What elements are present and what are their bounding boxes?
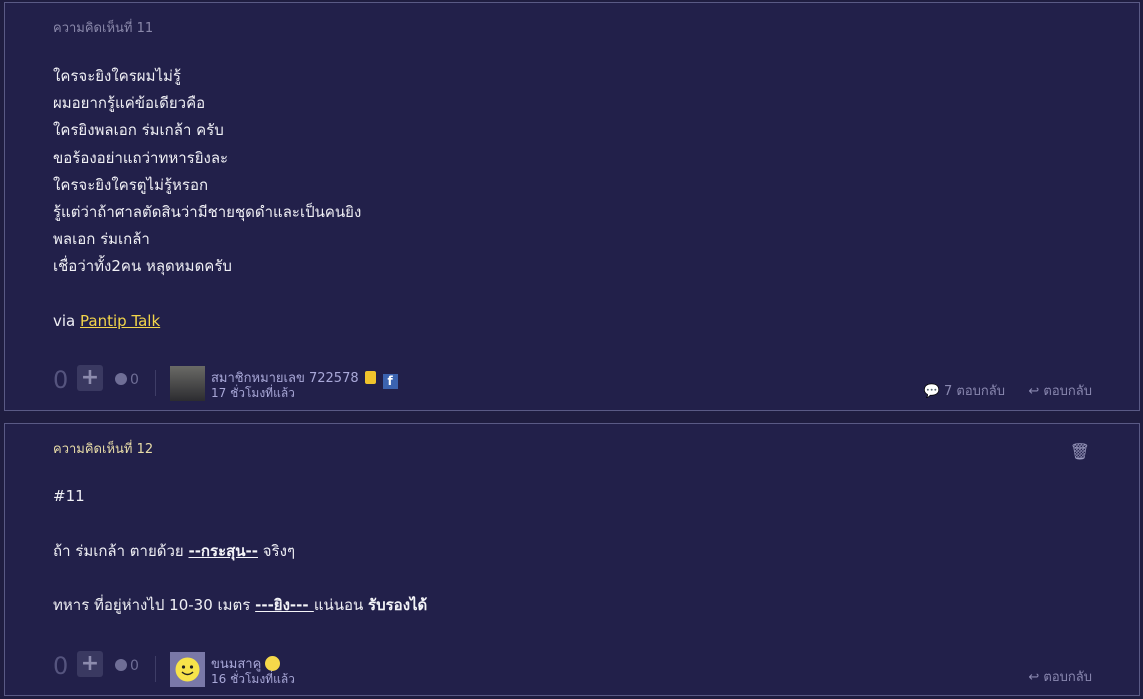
comment-number: ความคิดเห็นที่ 11: [53, 21, 154, 36]
comment-footer: 0 + 0 ขนมสาคู 16 ชั่วโมงที่แล้ว ↩ ตอบกลั…: [53, 648, 1139, 688]
comment-line: ใครจะยิงใครผมไม่รู้: [53, 67, 181, 85]
comment-line: ทหาร ที่อยู่ห่างไป 10-30 เมตร ---ยิง--- …: [53, 592, 427, 620]
underlined-text: ---ยิง---: [255, 596, 314, 615]
plus-vote-button[interactable]: +: [77, 365, 103, 391]
facebook-icon: f: [382, 374, 398, 389]
emotion-count: 0: [130, 372, 139, 388]
reply-button[interactable]: ↩ ตอบกลับ: [1028, 666, 1092, 687]
emotion-count: 0: [130, 658, 139, 674]
comment-line: ใครยิงพลเอก ร่มเกล้า ครับ: [53, 121, 224, 140]
post-time: 16 ชั่วโมงที่แล้ว: [211, 672, 295, 686]
pantip-talk-link[interactable]: Pantip Talk: [80, 312, 160, 330]
comment-footer: 0 + 0 สมาชิกหมายเลข 722578 f 17 ชั่วโมงที…: [53, 362, 1139, 402]
replies-count-label: 7 ตอบกลับ: [944, 384, 1005, 399]
comment-card-12: ความคิดเห็นที่ 12 🗑 #11 ถ้า ร่มเกล้า ตาย…: [4, 423, 1140, 696]
text-segment: จริงๆ: [258, 541, 295, 560]
emotion-button[interactable]: 0: [115, 372, 139, 388]
laughing-emoji-icon: [265, 656, 281, 671]
comment-body: ใครจะยิงใครผมไม่รู้ ผมอยากรู้แค่ข้อเดียว…: [53, 63, 361, 335]
reply-button[interactable]: ↩ ตอบกลับ: [1028, 380, 1092, 401]
comment-line: ใครจะยิงใครตูไม่รู้หรอก: [53, 175, 209, 194]
bold-text: รับรองได้: [368, 596, 428, 615]
vote-score: 0: [53, 652, 69, 680]
via-prefix: via: [53, 311, 76, 330]
plus-icon: +: [80, 365, 100, 390]
comment-line: เชื่อว่าทั้ง2คน หลุดหมดครับ: [53, 257, 232, 276]
comment-line: #11: [53, 487, 85, 505]
divider: [155, 656, 156, 682]
divider: [155, 370, 156, 396]
comment-line: ขอร้องอย่าแถว่าทหารยิงละ: [53, 148, 229, 167]
text-segment: ถ้า ร่มเกล้า ตายด้วย: [53, 541, 189, 560]
smiley-avatar-icon: [175, 657, 200, 682]
avatar[interactable]: [170, 366, 205, 401]
plus-vote-button[interactable]: +: [77, 651, 103, 677]
reply-icon: ↩: [1028, 670, 1040, 685]
replies-count-button[interactable]: 💬 7 ตอบกลับ: [924, 380, 1005, 401]
reply-label: ตอบกลับ: [1043, 384, 1092, 399]
delete-button[interactable]: 🗑: [1070, 442, 1090, 461]
post-time: 17 ชั่วโมงที่แล้ว: [211, 386, 295, 400]
text-segment: ทหาร ที่อยู่ห่างไป 10-30 เมตร: [53, 596, 256, 615]
emotion-icon: [115, 373, 127, 385]
via-line: via Pantip Talk: [53, 308, 361, 335]
plus-icon: +: [80, 651, 100, 676]
comment-body: #11 ถ้า ร่มเกล้า ตายด้วย --กระสุน-- จริง…: [53, 483, 427, 620]
comment-line: ถ้า ร่มเกล้า ตายด้วย --กระสุน-- จริงๆ: [53, 538, 427, 566]
reply-label: ตอบกลับ: [1043, 670, 1092, 685]
avatar[interactable]: [170, 652, 205, 687]
emotion-button[interactable]: 0: [115, 658, 139, 674]
text-segment: แน่นอน: [313, 596, 369, 615]
comment-line: พลเอก ร่มเกล้า: [53, 230, 150, 249]
vote-score: 0: [53, 366, 69, 394]
comment-number: ความคิดเห็นที่ 12: [53, 442, 154, 457]
emotion-icon: [115, 659, 127, 671]
underlined-text: --กระสุน--: [188, 541, 258, 560]
reply-icon: ↩: [1028, 384, 1040, 399]
comment-bubble-icon: 💬: [923, 384, 940, 399]
comment-card-11: ความคิดเห็นที่ 11 ใครจะยิงใครผมไม่รู้ ผม…: [4, 2, 1140, 411]
trash-icon: 🗑: [1069, 442, 1090, 461]
comment-line: รู้แต่ว่าถ้าศาลตัดสินว่ามีชายชุดดำและเป็…: [53, 202, 362, 221]
mobile-badge-icon: [364, 371, 376, 384]
comment-line: ผมอยากรู้แค่ข้อเดียวคือ: [53, 94, 206, 113]
